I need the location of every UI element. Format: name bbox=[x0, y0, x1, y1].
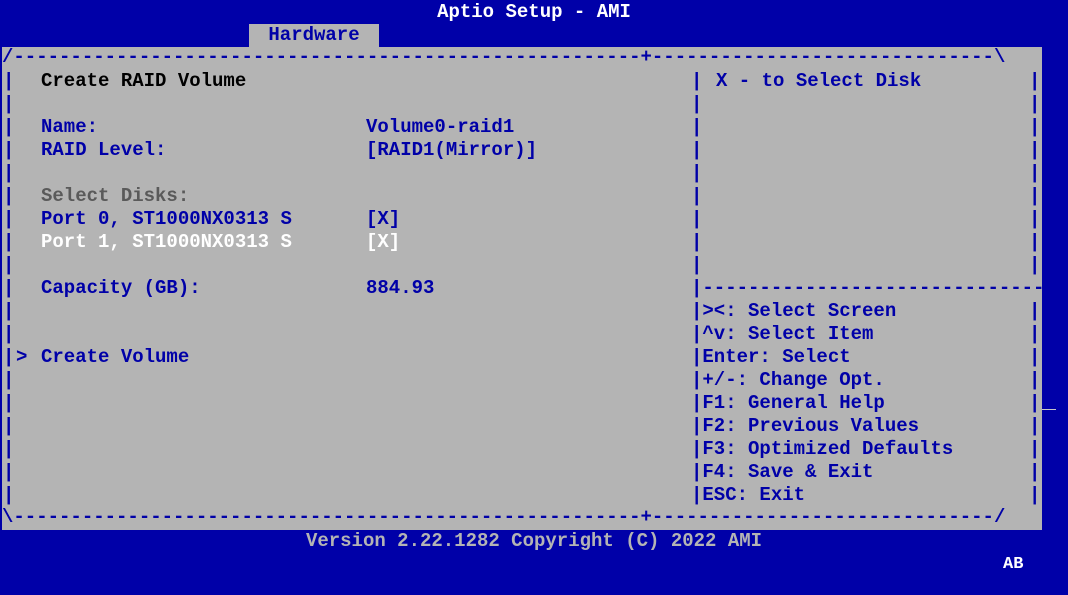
key-hint: |F3: Optimized Defaults bbox=[691, 438, 954, 460]
help-text: X - to Select Disk bbox=[716, 70, 922, 92]
frame-left-bar: | bbox=[3, 70, 15, 92]
frame-left-bar: | bbox=[3, 277, 15, 299]
frame-left-bar: | bbox=[3, 392, 15, 414]
key-hint: |Enter: Select bbox=[691, 346, 851, 368]
frame-top-border: /---------------------------------------… bbox=[2, 46, 1006, 68]
frame-divider-bar: | bbox=[691, 116, 703, 138]
scroll-tick bbox=[1042, 409, 1056, 410]
frame-right-bar: | bbox=[1029, 162, 1041, 184]
frame-left-bar: | bbox=[3, 162, 15, 184]
frame-right-bar: | bbox=[1029, 254, 1041, 276]
frame-left-bar: | bbox=[3, 93, 15, 115]
frame-divider-bar: | bbox=[691, 162, 703, 184]
raid-level-value[interactable]: [RAID1(Mirror)] bbox=[366, 139, 537, 162]
frame-right-bar: | bbox=[1029, 323, 1041, 345]
frame-right-bar: | bbox=[1029, 208, 1041, 230]
tab-hardware[interactable]: Hardware bbox=[249, 24, 379, 47]
frame-left-bar: | bbox=[3, 116, 15, 138]
frame-left-bar: | bbox=[3, 300, 15, 322]
create-volume-button[interactable]: Create Volume bbox=[41, 346, 189, 369]
disk-port1-label[interactable]: Port 1, ST1000NX0313 S bbox=[41, 231, 292, 254]
frame-divider-bar: | bbox=[691, 231, 703, 253]
frame-right-bar: | bbox=[1029, 70, 1041, 92]
disk-port1-checkbox[interactable]: [X] bbox=[366, 231, 400, 254]
capacity-value: 884.93 bbox=[366, 277, 435, 299]
key-hint: |F1: General Help bbox=[691, 392, 885, 414]
frame-left-bar: | bbox=[3, 139, 15, 161]
name-value[interactable]: Volume0-raid1 bbox=[366, 116, 514, 139]
frame-left-bar: | bbox=[3, 231, 15, 253]
frame-right-bar: | bbox=[1029, 139, 1041, 161]
disk-port0-checkbox[interactable]: [X] bbox=[366, 208, 400, 231]
frame-divider-bar: | bbox=[691, 208, 703, 230]
frame-right-bar: | bbox=[1029, 93, 1041, 115]
frame-left-bar: | bbox=[3, 208, 15, 230]
capacity-label: Capacity (GB): bbox=[41, 277, 201, 299]
frame-right-bar: | bbox=[1029, 415, 1041, 437]
key-hint: |ESC: Exit bbox=[691, 484, 806, 506]
frame-right-bar: | bbox=[1029, 392, 1041, 414]
frame-left-bar: | bbox=[3, 369, 15, 391]
frame-right-bar: | bbox=[1029, 438, 1041, 460]
version-footer: Version 2.22.1282 Copyright (C) 2022 AMI bbox=[305, 530, 763, 552]
frame-right-bar: | bbox=[1029, 231, 1041, 253]
frame-left-bar: | bbox=[3, 323, 15, 345]
frame-divider-bar: | bbox=[691, 254, 703, 276]
frame-right-bar: | bbox=[1029, 116, 1041, 138]
frame-divider-bar: | bbox=[691, 185, 703, 207]
page-title: Create RAID Volume bbox=[41, 70, 247, 92]
status-badge: AB bbox=[1003, 555, 1024, 574]
key-hint: |+/-: Change Opt. bbox=[691, 369, 885, 391]
frame-right-bar: | bbox=[1029, 185, 1041, 207]
help-divider: |------------------------------| bbox=[691, 277, 1056, 299]
disk-port0-label[interactable]: Port 0, ST1000NX0313 S bbox=[41, 208, 292, 231]
app-title: Aptio Setup - AMI bbox=[437, 1, 631, 23]
frame-divider-bar: | bbox=[691, 139, 703, 161]
frame-left-bar: | bbox=[3, 185, 15, 207]
frame-right-bar: | bbox=[1029, 461, 1041, 483]
submenu-cursor-icon: > bbox=[16, 346, 28, 368]
frame-divider-bar: | bbox=[691, 70, 703, 92]
select-disks-label: Select Disks: bbox=[41, 185, 190, 207]
key-hint: |><: Select Screen bbox=[691, 300, 897, 322]
key-hint: |F4: Save & Exit bbox=[691, 461, 874, 483]
name-label[interactable]: Name: bbox=[41, 116, 98, 139]
frame-right-bar: | bbox=[1029, 346, 1041, 368]
frame-right-bar: | bbox=[1029, 300, 1041, 322]
key-hint: |^v: Select Item bbox=[691, 323, 874, 345]
frame-left-bar: | bbox=[3, 461, 15, 483]
frame-left-bar: | bbox=[3, 484, 15, 506]
frame-left-bar: | bbox=[3, 438, 15, 460]
frame-right-bar: | bbox=[1029, 484, 1041, 506]
frame-divider-bar: | bbox=[691, 93, 703, 115]
frame-left-bar: | bbox=[3, 346, 15, 368]
frame-left-bar: | bbox=[3, 254, 15, 276]
key-hint: |F2: Previous Values bbox=[691, 415, 920, 437]
raid-level-label[interactable]: RAID Level: bbox=[41, 139, 166, 162]
frame-bottom-border: \---------------------------------------… bbox=[2, 506, 1006, 528]
frame-right-bar: | bbox=[1029, 369, 1041, 391]
frame-left-bar: | bbox=[3, 415, 15, 437]
